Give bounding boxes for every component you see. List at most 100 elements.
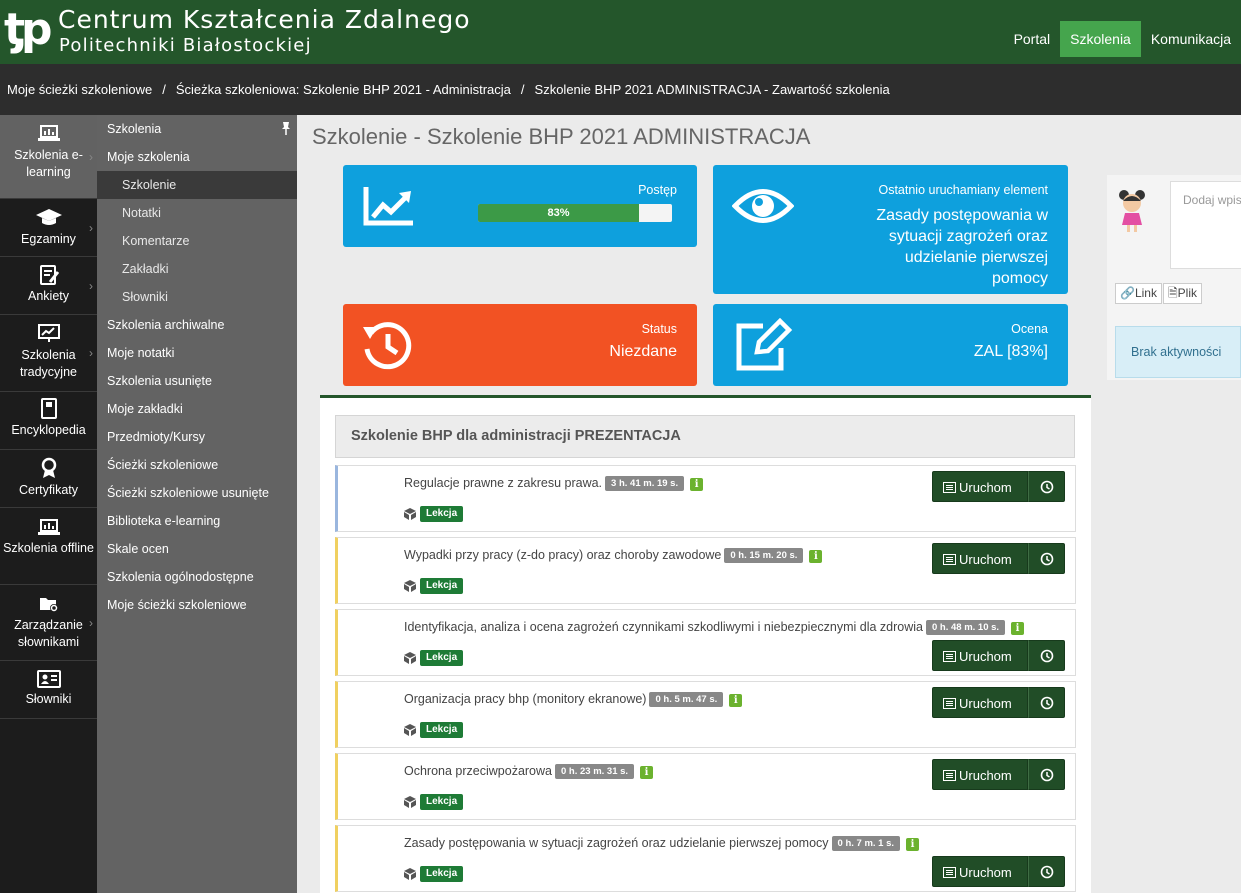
- history-icon: [363, 322, 412, 370]
- submenu-item[interactable]: Moje zakładki: [97, 395, 297, 423]
- submenu-item[interactable]: Zakładki: [97, 255, 297, 283]
- nav-portal[interactable]: Portal: [1004, 21, 1061, 57]
- submenu-item[interactable]: Moje szkolenia: [97, 143, 297, 171]
- status-label: Status: [641, 322, 677, 336]
- submenu-item[interactable]: Szkolenia: [97, 115, 297, 143]
- sidebar-item-label: Szkolenia tradycyjne: [20, 348, 77, 379]
- sidebar-item-ankiety[interactable]: Ankiety ›: [0, 257, 97, 315]
- info-icon[interactable]: i: [640, 766, 654, 779]
- lesson-duration: 0 h. 15 m. 20 s.: [724, 548, 804, 563]
- submenu-item[interactable]: Biblioteka e-learning: [97, 507, 297, 535]
- lesson-actions: Uruchom: [932, 759, 1065, 790]
- list-icon: [943, 698, 956, 709]
- lesson-row: Organizacja pracy bhp (monitory ekranowe…: [335, 681, 1076, 748]
- submenu-item[interactable]: Słowniki: [97, 283, 297, 311]
- folder-gear-icon: [39, 598, 58, 612]
- lesson-type-badge: Lekcja: [420, 866, 464, 882]
- run-button[interactable]: Uruchom: [932, 856, 1028, 887]
- page-title: Szkolenie - Szkolenie BHP 2021 ADMINISTR…: [312, 124, 811, 149]
- history-button[interactable]: [1028, 759, 1065, 790]
- lesson-title-text: Regulacje prawne z zakresu prawa.: [404, 476, 603, 490]
- file-icon: 🗎: [1168, 286, 1178, 300]
- submenu-item[interactable]: Moje notatki: [97, 339, 297, 367]
- chevron-right-icon: ›: [89, 220, 93, 235]
- history-button[interactable]: [1028, 687, 1065, 718]
- lesson-duration: 0 h. 23 m. 31 s.: [555, 764, 635, 779]
- progress-label: Postęp: [638, 183, 677, 197]
- main-content: Szkolenie - Szkolenie BHP 2021 ADMINISTR…: [297, 115, 1241, 893]
- lesson-duration: 0 h. 7 m. 1 s.: [831, 836, 901, 851]
- history-button[interactable]: [1028, 543, 1065, 574]
- info-icon[interactable]: i: [729, 694, 743, 707]
- lesson-duration: 0 h. 48 m. 10 s.: [926, 620, 1006, 635]
- grade-value: ZAL [83%]: [973, 343, 1048, 360]
- status-value: Niezdane: [609, 343, 677, 360]
- submenu-item[interactable]: Ścieżki szkoleniowe usunięte: [97, 479, 297, 507]
- sidebar-item-encyklopedia[interactable]: Encyklopedia: [0, 392, 97, 450]
- file-button[interactable]: 🗎Plik: [1163, 283, 1202, 304]
- submenu-item[interactable]: Szkolenia ogólnodostępne: [97, 563, 297, 591]
- breadcrumb-item[interactable]: Ścieżka szkoleniowa: Szkolenie BHP 2021 …: [176, 82, 511, 97]
- submenu-item[interactable]: Szkolenia usunięte: [97, 367, 297, 395]
- info-icon[interactable]: i: [1011, 622, 1025, 635]
- history-button[interactable]: [1028, 471, 1065, 502]
- history-button[interactable]: [1028, 640, 1065, 671]
- info-icon[interactable]: i: [906, 838, 920, 851]
- submenu-item[interactable]: Ścieżki szkoleniowe: [97, 451, 297, 479]
- run-button[interactable]: Uruchom: [932, 759, 1028, 790]
- progress-fill: 83%: [478, 204, 640, 222]
- run-button[interactable]: Uruchom: [932, 640, 1028, 671]
- link-button[interactable]: 🔗Link: [1115, 283, 1162, 304]
- breadcrumb-item[interactable]: Moje ścieżki szkoleniowe: [7, 82, 152, 97]
- breadcrumb-separator: /: [162, 82, 166, 97]
- cube-icon: [404, 652, 416, 664]
- lesson-title: Ochrona przeciwpożarowa 0 h. 23 m. 31 s. i: [404, 764, 654, 779]
- info-icon[interactable]: i: [690, 478, 704, 491]
- pin-icon[interactable]: [281, 121, 291, 135]
- sidebar-item-label: Egzaminy: [21, 232, 76, 246]
- logo[interactable]: ƫp: [4, 6, 52, 54]
- lesson-title: Wypadki przy pracy (z-do pracy) oraz cho…: [404, 548, 823, 563]
- book-icon: [40, 398, 57, 419]
- sidebar-item-certyfikaty[interactable]: Certyfikaty: [0, 450, 97, 508]
- lessons-panel: Szkolenie BHP dla administracji PREZENTA…: [320, 395, 1091, 893]
- submenu: Szkolenia Moje szkolenia Szkolenie Notat…: [97, 115, 297, 893]
- lesson-row: Zasady postępowania w sytuacji zagrożeń …: [335, 825, 1076, 892]
- sidebar-item-egzaminy[interactable]: Egzaminy ›: [0, 199, 97, 257]
- submenu-item[interactable]: Przedmioty/Kursy: [97, 423, 297, 451]
- laptop-icon: [37, 519, 60, 535]
- sidebar-item-zarzadzanie[interactable]: Zarządzanie słownikami ›: [0, 585, 97, 661]
- list-icon: [943, 651, 956, 662]
- lesson-type-badge: Lekcja: [420, 794, 464, 810]
- info-icon[interactable]: i: [809, 550, 823, 563]
- sidebar-item-slowniki[interactable]: Słowniki: [0, 661, 97, 719]
- lesson-title: Regulacje prawne z zakresu prawa. 3 h. 41…: [404, 476, 704, 491]
- sidebar-item-elearning[interactable]: Szkolenia e-learning ›: [0, 115, 97, 199]
- run-button[interactable]: Uruchom: [932, 687, 1028, 718]
- sidebar-item-label: Certyfikaty: [18, 483, 79, 497]
- submenu-item[interactable]: Komentarze: [97, 227, 297, 255]
- chart-line-icon: [363, 187, 413, 226]
- submenu-item-active[interactable]: Szkolenie: [97, 171, 297, 199]
- sidebar-item-offline[interactable]: Szkolenia offline: [0, 508, 97, 585]
- run-button[interactable]: Uruchom: [932, 543, 1028, 574]
- run-button[interactable]: Uruchom: [932, 471, 1028, 502]
- submenu-item[interactable]: Notatki: [97, 199, 297, 227]
- history-button[interactable]: [1028, 856, 1065, 887]
- nav-komunikacja[interactable]: Komunikacja: [1141, 21, 1241, 57]
- lesson-title-text: Ochrona przeciwpożarowa: [404, 764, 552, 778]
- cube-icon: [404, 508, 416, 520]
- nav-szkolenia[interactable]: Szkolenia: [1060, 21, 1141, 57]
- sidebar-item-label: Zarządzanie słownikami: [14, 618, 83, 649]
- site-subtitle: Politechniki Białostockiej: [59, 35, 312, 56]
- graduation-cap-icon: [35, 209, 62, 225]
- comment-input[interactable]: Dodaj wpis: [1170, 181, 1241, 269]
- lesson-type-badge: Lekcja: [420, 722, 464, 738]
- submenu-item[interactable]: Szkolenia archiwalne: [97, 311, 297, 339]
- submenu-item[interactable]: Moje ścieżki szkoleniowe: [97, 591, 297, 619]
- lesson-title-text: Identyfikacja, analiza i ocena zagrożeń …: [404, 620, 923, 634]
- lesson-type-badge: Lekcja: [420, 578, 464, 594]
- sidebar-item-tradycyjne[interactable]: Szkolenia tradycyjne ›: [0, 315, 97, 392]
- submenu-item[interactable]: Skale ocen: [97, 535, 297, 563]
- lesson-title: Zasady postępowania w sytuacji zagrożeń …: [404, 836, 920, 851]
